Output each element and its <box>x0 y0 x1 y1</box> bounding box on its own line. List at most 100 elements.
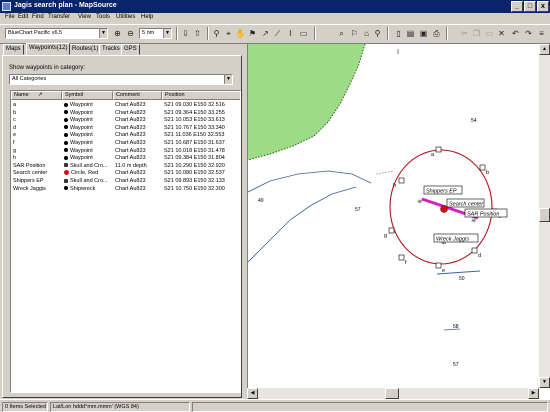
undo-icon[interactable]: ↶ <box>510 28 521 39</box>
find-places-icon[interactable]: ⚐ <box>349 28 360 39</box>
find-icon[interactable]: ⌕ <box>336 28 347 39</box>
table-row[interactable]: b Waypoint Chart Au823 S21 09.364 E150 33.2… <box>11 110 240 118</box>
map-tool-icon[interactable]: ▭ <box>298 28 309 39</box>
table-row[interactable]: Search center Circle, Red Chart Au823 S21 1… <box>11 170 240 178</box>
waypoint-marker[interactable] <box>479 164 486 171</box>
print-icon[interactable]: ⎙ <box>431 28 442 39</box>
track-tool-icon[interactable]: ⌇ <box>285 28 296 39</box>
column-header-comment[interactable]: Comment <box>113 91 162 100</box>
product-select[interactable]: BlueChart Pacific v6.5 ▼ <box>5 28 108 39</box>
waypoint-marker[interactable] <box>435 146 442 153</box>
menu-transfer[interactable]: Transfer <box>48 14 70 20</box>
waypoint-list[interactable]: Name ↗ Symbol Comment Position a Waypoint… <box>10 90 241 393</box>
map-vertical-scrollbar[interactable]: ▲ ▼ <box>539 44 550 388</box>
zoom-in-icon[interactable]: ⊕ <box>112 28 123 39</box>
measure-tool-icon[interactable]: ↗ <box>260 28 271 39</box>
toolbar-separator <box>446 27 448 40</box>
find-address-icon[interactable]: ⌂ <box>361 28 372 39</box>
zoom-out-icon[interactable]: ⊖ <box>125 28 136 39</box>
copy-icon[interactable]: ❐ <box>471 28 482 39</box>
skull-icon[interactable]: ☠ <box>471 217 477 224</box>
category-select[interactable]: All Categories ▼ <box>9 74 233 85</box>
hand-tool-icon[interactable]: ✋ <box>235 28 246 39</box>
redo-icon[interactable]: ↷ <box>523 28 534 39</box>
toolbar-separator <box>314 27 316 40</box>
map-view[interactable]: 54 57 49 50 58 57 a b d e f g h ☠ ☠ ⚓ Sh… <box>247 44 550 399</box>
menu-tools[interactable]: Tools <box>96 14 110 20</box>
save-icon[interactable]: ▣ <box>418 28 429 39</box>
symbol-text: Waypoint <box>70 132 93 139</box>
properties-icon[interactable]: ≡ <box>536 28 547 39</box>
waypoint-marker[interactable] <box>398 254 405 261</box>
table-row[interactable]: d Waypoint Chart Au823 S21 10.767 E150 33.3… <box>11 125 240 133</box>
scale-select-value: 5 nm <box>142 30 155 36</box>
table-row[interactable]: h Waypoint Chart Au823 S21 09.384 E150 31.8… <box>11 155 240 163</box>
select-tool-icon[interactable]: ⌖ <box>223 28 234 39</box>
red-circle-icon <box>64 170 69 176</box>
send-to-device-icon[interactable]: ⇧ <box>192 28 203 39</box>
column-header-name[interactable]: Name ↗ <box>11 91 62 100</box>
map-horizontal-scrollbar[interactable]: ◀ ▶ <box>247 388 539 399</box>
menu-view[interactable]: View <box>78 14 91 20</box>
tab-maps[interactable]: Maps <box>3 44 24 55</box>
cell-position: S21 10.750 E150 32.300 <box>164 185 225 192</box>
waypoint-dot-icon <box>64 125 68 130</box>
find-nearest-icon[interactable]: ⚲ <box>372 28 383 39</box>
menu-find[interactable]: Find <box>32 14 44 20</box>
waypoint-marker[interactable] <box>471 247 478 254</box>
new-document-icon[interactable]: ▯ <box>393 28 404 39</box>
waypoint-marker[interactable] <box>398 177 405 184</box>
column-header-position[interactable]: Position <box>162 91 240 100</box>
menu-file[interactable]: File <box>5 14 15 20</box>
scale-select[interactable]: 5 nm ▼ <box>139 28 172 39</box>
scroll-left-icon[interactable]: ◀ <box>247 388 258 399</box>
cell-symbol: Waypoint <box>64 110 112 118</box>
tab-routes[interactable]: Routes(1) <box>69 44 102 55</box>
table-row[interactable]: a Waypoint Chart Au823 S21 09.030 E150 32.5… <box>11 102 240 110</box>
search-center-label: Search center <box>449 202 484 208</box>
menu-edit[interactable]: Edit <box>18 14 28 20</box>
receive-from-device-icon[interactable]: ⇩ <box>180 28 191 39</box>
minimize-button[interactable]: _ <box>511 1 523 12</box>
zoom-tool-icon[interactable]: ⚲ <box>211 28 222 39</box>
waypoint-marker[interactable] <box>388 227 395 234</box>
cut-icon[interactable]: ✂ <box>459 28 470 39</box>
table-row[interactable]: Shippers EP Skull and Cro... Chart Au823 S2… <box>11 178 240 186</box>
close-button[interactable]: x <box>537 1 549 12</box>
horizontal-scroll-thumb[interactable] <box>385 388 399 399</box>
table-row[interactable]: e Waypoint Chart Au823 S21 11.036 E150 32.5… <box>11 132 240 140</box>
paste-icon[interactable]: ▭ <box>484 28 495 39</box>
skull-icon <box>64 163 68 168</box>
search-center-marker[interactable] <box>440 205 448 213</box>
table-row[interactable]: Wreck Jaggis Shipwreck Chart Au823 S21 10.7… <box>11 186 240 194</box>
menu-utilities[interactable]: Utilities <box>116 14 135 20</box>
table-row[interactable]: g Waypoint Chart Au823 S21 10.018 E150 31.4… <box>11 148 240 156</box>
tab-gps[interactable]: GPS <box>121 44 140 55</box>
scroll-up-icon[interactable]: ▲ <box>539 44 550 55</box>
open-folder-icon[interactable]: ▤ <box>405 28 416 39</box>
vertical-scroll-thumb[interactable] <box>539 208 550 222</box>
tab-tracks[interactable]: Tracks <box>99 44 123 55</box>
cell-symbol: Waypoint <box>64 125 112 133</box>
symbol-text: Waypoint <box>70 155 93 162</box>
scroll-right-icon[interactable]: ▶ <box>528 388 539 399</box>
waypoint-dot-icon <box>64 117 68 122</box>
skull-icon[interactable]: ☠ <box>417 198 423 205</box>
column-header-symbol[interactable]: Symbol <box>62 91 113 100</box>
maximize-button[interactable]: □ <box>524 1 536 12</box>
table-row[interactable]: SAR Position Skull and Cro... 11.0 m depth… <box>11 163 240 171</box>
menu-help[interactable]: Help <box>141 14 153 20</box>
land-area <box>248 44 365 160</box>
cell-name: e <box>13 132 17 139</box>
scroll-down-icon[interactable]: ▼ <box>539 377 550 388</box>
waypoint-label-f: f <box>405 260 407 266</box>
waypoint-label-a: a <box>431 152 435 158</box>
waypoint-tool-icon[interactable]: ⚑ <box>247 28 258 39</box>
route-tool-icon[interactable]: ⟋ <box>272 28 283 39</box>
delete-icon[interactable]: ✕ <box>496 28 507 39</box>
table-row[interactable]: f Waypoint Chart Au823 S21 10.687 E150 31.6… <box>11 140 240 148</box>
tab-waypoints[interactable]: Waypoints(12) <box>26 43 71 55</box>
depth-contour <box>375 170 395 175</box>
table-row[interactable]: c Waypoint Chart Au823 S21 10.053 E150 33.6… <box>11 117 240 125</box>
waypoint-marker[interactable] <box>435 262 442 269</box>
